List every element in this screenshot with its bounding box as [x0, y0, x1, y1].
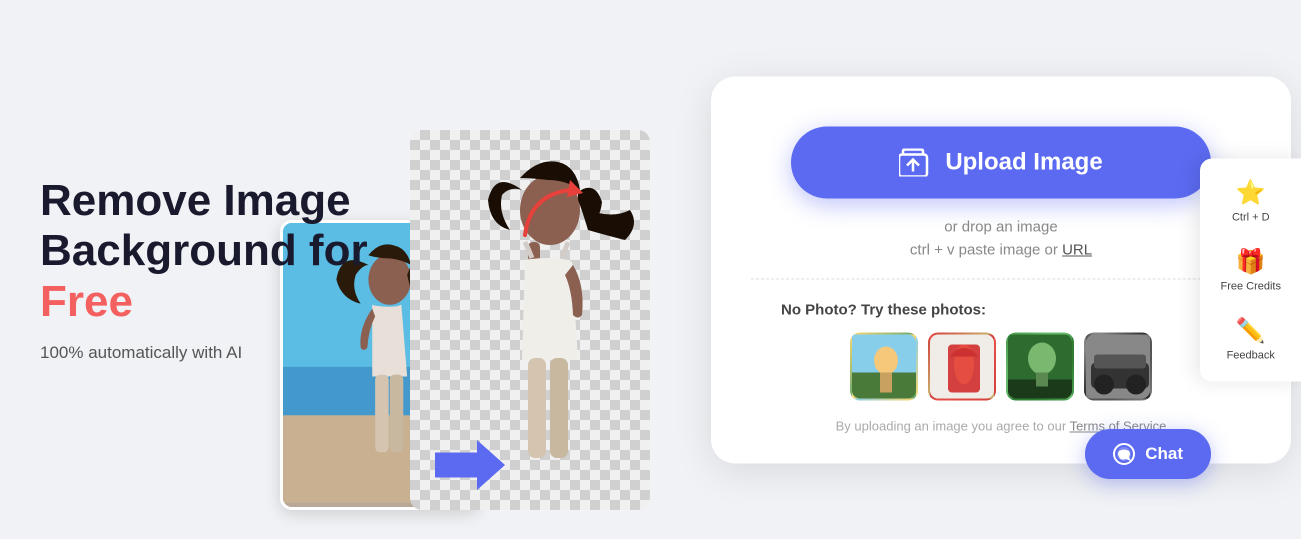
- gift-icon: 🎁: [1236, 247, 1266, 276]
- sample-photos-row: [850, 332, 1152, 400]
- divider: [751, 278, 1251, 279]
- headline-line1: Remove Image: [40, 176, 351, 225]
- chat-button-label: Chat: [1145, 444, 1183, 464]
- sample-photo-2[interactable]: [928, 332, 996, 400]
- url-link[interactable]: URL: [1062, 241, 1092, 258]
- try-photos-label: No Photo? Try these photos:: [781, 301, 986, 318]
- paste-text: ctrl + v paste image or URL: [910, 241, 1092, 258]
- page-wrapper: Remove Image Background for Free 100% au…: [0, 0, 1301, 539]
- star-icon: ⭐: [1236, 178, 1266, 207]
- subtitle: 100% automatically with AI: [40, 343, 380, 363]
- drop-text: or drop an image: [944, 218, 1057, 235]
- red-arrow-svg: [515, 175, 595, 255]
- upload-icon: [899, 148, 931, 176]
- headline-line2: Background for: [40, 226, 368, 275]
- sample-photo-4[interactable]: [1084, 332, 1152, 400]
- feedback-item[interactable]: ✏️ Feedback: [1208, 306, 1293, 371]
- side-panel: ⭐ Ctrl + D 🎁 Free Credits ✏️ Feedback: [1200, 158, 1301, 381]
- feedback-label: Feedback: [1227, 349, 1275, 361]
- upload-button[interactable]: Upload Image: [791, 126, 1211, 198]
- sample-photo-1[interactable]: [850, 332, 918, 400]
- chat-icon: [1113, 443, 1135, 465]
- upload-button-label: Upload Image: [945, 148, 1102, 176]
- free-highlight: Free: [40, 277, 133, 326]
- credits-label: Free Credits: [1220, 280, 1281, 292]
- sample-photo-3[interactable]: [1006, 332, 1074, 400]
- feedback-icon: ✏️: [1236, 316, 1266, 345]
- left-section: Remove Image Background for Free 100% au…: [40, 176, 380, 364]
- bookmark-label: Ctrl + D: [1232, 211, 1270, 223]
- headline: Remove Image Background for Free: [40, 176, 380, 328]
- credits-item[interactable]: 🎁 Free Credits: [1208, 237, 1293, 302]
- chat-button[interactable]: Chat: [1085, 429, 1211, 479]
- bookmark-item[interactable]: ⭐ Ctrl + D: [1208, 168, 1293, 233]
